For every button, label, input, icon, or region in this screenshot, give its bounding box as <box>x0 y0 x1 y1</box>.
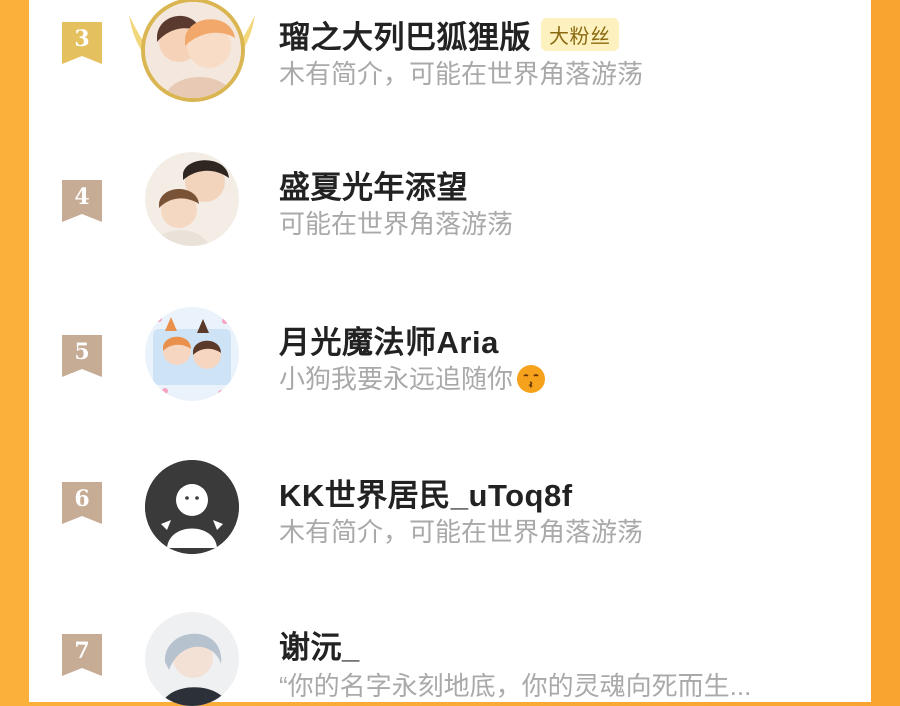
rank-number: 7 <box>74 638 90 664</box>
fan-name[interactable]: 瑠之大列巴狐狸版 大粉丝 <box>279 12 619 57</box>
fan-name[interactable]: 谢沅_ <box>279 622 360 667</box>
fan-bio: 小狗我要永远追随你 <box>279 359 546 396</box>
rank-ribbon-icon: 6 <box>60 480 104 524</box>
rank-ribbon-icon: 7 <box>60 632 104 676</box>
fan-bio: “你的名字永刻地底，你的灵魂向死而生... <box>279 671 752 701</box>
avatar[interactable] <box>145 307 239 401</box>
avatar[interactable] <box>145 612 239 706</box>
fan-bio: 木有简介，可能在世界角落游荡 <box>279 517 644 547</box>
rank-number: 6 <box>74 486 90 512</box>
rank-number: 5 <box>74 339 90 365</box>
fan-name[interactable]: KK世界居民_uToq8f <box>279 470 573 515</box>
rank-ribbon-icon: 3 <box>60 20 104 64</box>
list-item[interactable]: 7 谢沅_ “你的名字永刻地底，你的灵魂向死而生... <box>29 612 871 706</box>
list-item[interactable]: 6 KK世界居民_uToq8f 木有简介，可能在世界角落游荡 <box>29 460 871 610</box>
rank-number: 4 <box>74 184 90 210</box>
default-user-avatar-icon[interactable] <box>145 460 239 554</box>
avatar[interactable] <box>145 152 239 246</box>
big-fan-badge: 大粉丝 <box>541 18 619 51</box>
list-item[interactable]: 5 月光魔法师Aria 小狗我要永远追随你 <box>29 305 871 455</box>
kissing-face-emoji-icon <box>517 365 546 393</box>
fan-bio: 可能在世界角落游荡 <box>279 209 514 239</box>
rank-number: 3 <box>74 26 90 52</box>
fan-bio: 木有简介，可能在世界角落游荡 <box>279 59 644 89</box>
fan-name[interactable]: 月光魔法师Aria <box>279 317 499 362</box>
fan-ranking-list: 3 瑠之大列巴狐狸版 大粉丝 木有简介，可能在世界角落游荡 4 盛夏光年添望 可… <box>29 0 871 706</box>
list-item[interactable]: 4 盛夏光年添望 可能在世界角落游荡 <box>29 150 871 300</box>
fan-name[interactable]: 盛夏光年添望 <box>279 162 468 207</box>
list-item[interactable]: 3 瑠之大列巴狐狸版 大粉丝 木有简介，可能在世界角落游荡 <box>29 0 871 150</box>
rank-ribbon-icon: 5 <box>60 333 104 377</box>
avatar[interactable] <box>145 2 241 98</box>
rank-ribbon-icon: 4 <box>60 178 104 222</box>
